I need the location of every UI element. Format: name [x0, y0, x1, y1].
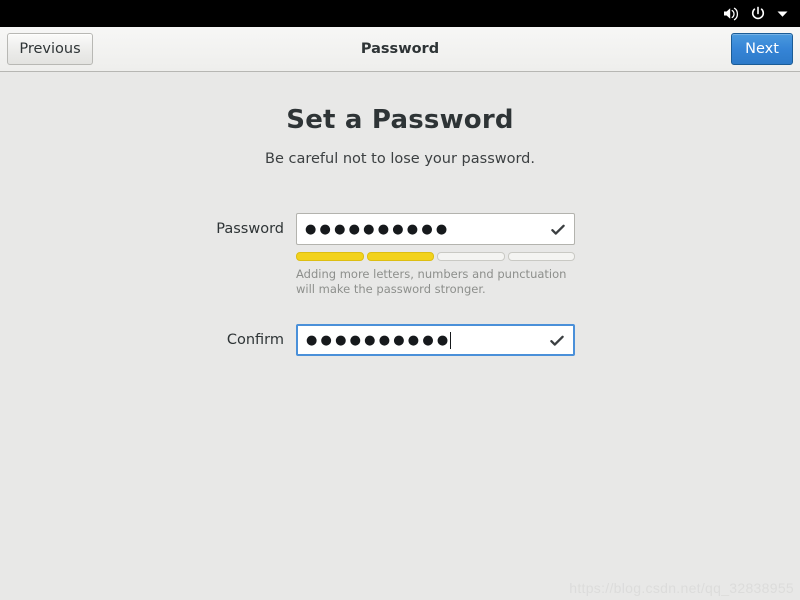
confirm-password-input[interactable]: ●●●●●●●●●● — [296, 324, 575, 356]
password-input-value: ●●●●●●●●●● — [305, 221, 451, 237]
watermark: https://blog.csdn.net/qq_32838955 — [569, 580, 794, 596]
confirm-label: Confirm — [226, 332, 284, 348]
volume-icon[interactable] — [717, 0, 743, 27]
confirm-valid-check-icon — [550, 333, 564, 347]
password-label: Password — [216, 221, 284, 237]
power-icon[interactable] — [745, 0, 771, 27]
password-strength-meter — [296, 252, 575, 261]
previous-button[interactable]: Previous — [7, 33, 93, 65]
wizard-toolbar: Password Previous Next — [0, 27, 800, 72]
confirm-input-value: ●●●●●●●●●● — [306, 332, 452, 348]
next-button[interactable]: Next — [731, 33, 793, 65]
password-hint-text: Adding more letters, numbers and punctua… — [296, 267, 567, 296]
page-subheading: Be careful not to lose your password. — [265, 151, 535, 167]
text-caret — [450, 331, 452, 349]
strength-segment — [296, 252, 364, 261]
page-heading: Set a Password — [286, 105, 514, 135]
password-input[interactable]: ●●●●●●●●●● — [296, 213, 575, 245]
strength-segment — [366, 252, 434, 261]
system-status-bar — [0, 0, 800, 27]
page-content: Set a Password Be careful not to lose yo… — [0, 73, 800, 600]
password-valid-check-icon — [551, 222, 565, 236]
page-title-header: Password — [360, 41, 440, 57]
chevron-down-icon[interactable] — [772, 0, 792, 27]
installer-window: Password Previous Next Set a Password Be… — [0, 0, 800, 600]
strength-segment — [507, 252, 575, 261]
strength-segment — [437, 252, 505, 261]
